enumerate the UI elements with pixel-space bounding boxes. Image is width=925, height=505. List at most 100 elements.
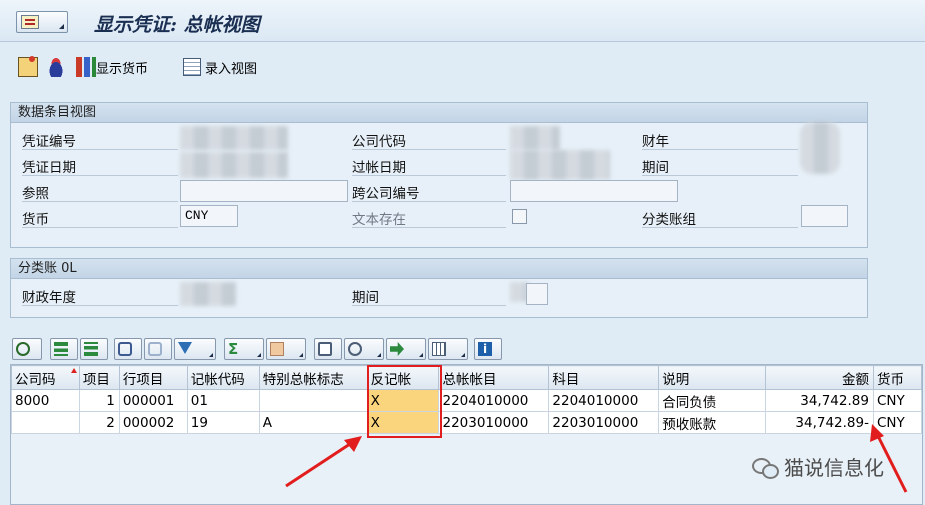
dropdown-triangle-icon [59,24,64,29]
details-button[interactable] [12,338,42,360]
company-code-label: 公司代码 [352,134,406,150]
doc-date-label: 凭证日期 [22,160,76,176]
views-icon [348,342,362,356]
magnifier-icon [16,342,30,356]
divider [352,305,506,306]
cell-special-gl [258,389,368,412]
line-items: 公司码 项目 行项目 记帐代码 特别总帐标志 反记帐 总帐帐目 科目 说明 金额… [11,365,923,434]
divider [352,201,506,202]
display-currency-button[interactable]: 显示货币 [76,55,148,79]
ledger-group-title: 分类账 0L [11,259,867,279]
hat-icon [46,57,66,77]
col-account[interactable]: 科目 [548,365,660,390]
display-currency-label: 显示货币 [96,61,149,77]
find-next-button[interactable] [144,338,172,360]
cell-amount: 34,742.89 [765,389,874,412]
reference-field[interactable] [180,180,348,202]
divider [22,149,178,150]
sort-ascending-icon [54,342,68,356]
posting-date-label: 过帐日期 [352,160,406,176]
table-row[interactable]: 8000 1 000001 01 X 2204010000 2204010000… [11,389,923,412]
period-label: 期间 [642,160,669,176]
page-title: 显示凭证: 总帐视图 [94,14,260,36]
dropdown-icon [377,353,381,357]
subtotal-button[interactable] [266,338,306,360]
col-company-code[interactable]: 公司码 [11,365,80,390]
col-special-gl[interactable]: 特别总帐标志 [258,365,368,390]
total-button[interactable]: Σ [224,338,264,360]
cross-company-label: 跨公司编号 [352,186,420,202]
filter-icon [178,342,192,354]
ledger-period-label: 期间 [352,290,379,306]
divider [642,227,798,228]
text-exists-checkbox[interactable] [512,209,527,224]
ledger-fiscal-year-field-redacted [180,282,236,306]
col-amount[interactable]: 金额 [765,365,874,390]
doc-number-label: 凭证编号 [22,134,76,150]
cell-item: 2 [78,411,120,434]
ledger-period-field[interactable] [526,283,548,305]
binoculars-next-icon [148,342,162,356]
col-gl-account[interactable]: 总帐帐目 [438,365,550,390]
cross-company-field[interactable] [510,180,678,202]
fiscal-year-label: 财年 [642,134,669,150]
display-header-button[interactable] [46,55,66,79]
table-row[interactable]: 2 000002 19 A X 2203010000 2203010000 预收… [11,411,923,434]
currency-bars-icon [76,57,96,77]
info-button[interactable]: i [474,338,502,360]
cell-gl-account: 2203010000 [438,411,550,434]
ledger-group-field[interactable] [801,205,848,227]
col-item[interactable]: 项目 [78,365,120,390]
sort-descending-button[interactable] [80,338,108,360]
divider [22,305,178,306]
layout-button[interactable] [428,338,468,360]
watermark: 猫说信息化 [752,452,884,481]
divider [642,175,798,176]
currency-label: 货币 [22,212,49,228]
title-bar: 显示凭证: 总帐视图 [0,0,925,42]
info-icon: i [478,342,492,356]
cell-line-item: 000002 [118,411,188,434]
dropdown-icon [461,353,465,357]
currency-field[interactable]: CNY [180,205,238,227]
views-button[interactable] [344,338,384,360]
ledger-group-label: 分类账组 [642,212,696,228]
binoculars-icon [118,342,132,356]
entry-view-label: 录入视图 [205,61,258,77]
system-menu-button[interactable] [16,11,68,33]
printer-icon [318,342,332,356]
col-line-item[interactable]: 行项目 [118,365,188,390]
annotation-arrow-left [285,436,362,488]
col-posting-key[interactable]: 记帐代码 [186,365,260,390]
export-button[interactable] [386,338,426,360]
ledger-group-box: 分类账 0L [10,258,868,318]
alv-toolbar: Σ i [10,336,910,362]
dropdown-icon [257,353,261,357]
sort-indicator-icon [71,368,77,373]
doc-date-field-redacted [180,152,288,178]
line-items-table: 公司码 项目 行项目 记帐代码 特别总帐标志 反记帐 总帐帐目 科目 说明 金额… [10,364,923,505]
find-button[interactable] [114,338,142,360]
posting-date-field-redacted [510,150,610,180]
col-description[interactable]: 说明 [658,365,767,390]
print-button[interactable] [314,338,342,360]
entry-view-button[interactable]: 录入视图 [183,55,257,79]
company-code-field-redacted [510,126,560,150]
application-toolbar: 显示货币 录入视图 [0,50,925,86]
cell-account: 2203010000 [548,411,660,434]
dropdown-icon [419,353,423,357]
filter-button[interactable] [174,338,216,360]
ledger-fiscal-year-label: 财政年度 [22,290,76,306]
divider [642,149,798,150]
subtotal-icon [270,342,284,356]
sort-ascending-button[interactable] [50,338,78,360]
list-view-icon [183,58,201,76]
cell-company-code: 8000 [11,389,80,412]
document-icon [18,57,38,77]
col-currency[interactable]: 货币 [872,365,923,390]
reference-label: 参照 [22,186,49,202]
cell-line-item: 000001 [118,389,188,412]
wechat-icon [752,456,779,479]
document-overview-button[interactable] [18,55,38,79]
divider [352,175,506,176]
